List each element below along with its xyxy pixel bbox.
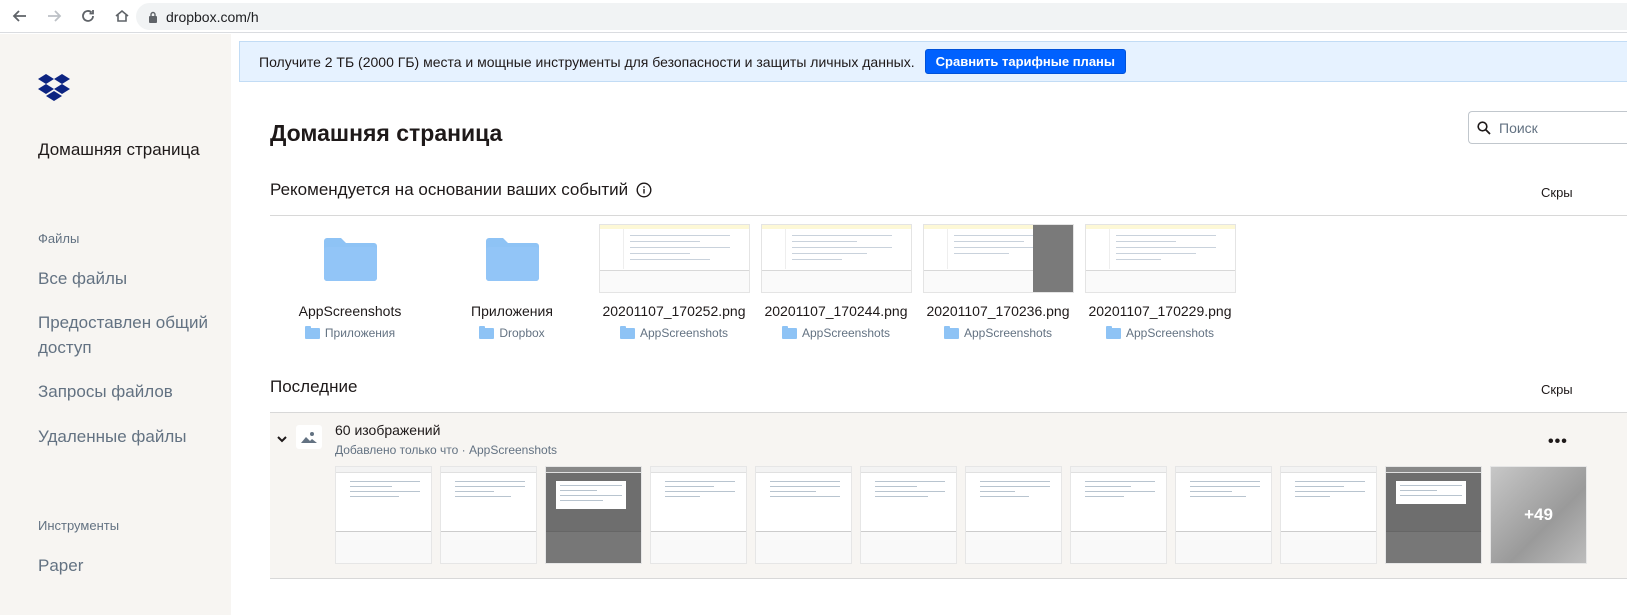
search-icon xyxy=(1477,120,1491,135)
recommended-item-image[interactable]: 20201107_170229.png AppScreenshots xyxy=(1083,224,1237,340)
url-text: dropbox.com/h xyxy=(166,8,259,25)
recommended-item-folder[interactable]: Приложения Dropbox xyxy=(435,224,589,340)
sidebar-item-home[interactable]: Домашняя страница xyxy=(38,137,218,162)
image-group-icon xyxy=(296,425,322,449)
item-location[interactable]: Dropbox xyxy=(435,325,589,340)
recommended-item-image[interactable]: 20201107_170252.png AppScreenshots xyxy=(597,224,751,340)
screenshot-thumbnail xyxy=(1084,224,1236,293)
sidebar-item-deleted-files[interactable]: Удаленные файлы xyxy=(38,424,218,449)
item-location[interactable]: AppScreenshots xyxy=(759,325,913,340)
sidebar-item-file-requests[interactable]: Запросы файлов xyxy=(38,379,218,404)
item-name: 20201107_170229.png xyxy=(1088,303,1232,319)
sidebar-item-all-files[interactable]: Все файлы xyxy=(38,266,218,291)
recent-thumbnail[interactable] xyxy=(650,466,747,564)
page-title: Домашняя страница xyxy=(270,120,503,146)
browser-toolbar: dropbox.com/h xyxy=(0,0,1627,33)
more-images-thumbnail[interactable]: +49 xyxy=(1490,466,1587,564)
recommended-heading-text: Рекомендуется на основании ваших событий xyxy=(270,180,629,199)
recent-heading: Последние xyxy=(270,377,358,396)
recent-group-subtitle: Добавлено только что · AppScreenshots xyxy=(335,443,558,457)
item-location-text: AppScreenshots xyxy=(963,326,1053,340)
folder-icon xyxy=(323,237,377,281)
sidebar-section-files: Файлы xyxy=(38,231,80,246)
recent-thumbnail[interactable] xyxy=(1070,466,1167,564)
recent-thumbnail[interactable] xyxy=(440,466,537,564)
item-name: AppScreenshots xyxy=(298,303,402,319)
thumbnail xyxy=(435,224,589,293)
thumbnail xyxy=(1083,224,1237,293)
folder-icon xyxy=(479,325,495,339)
item-location-text: AppScreenshots xyxy=(639,326,729,340)
recent-thumbnail[interactable] xyxy=(1280,466,1377,564)
recent-thumbnail[interactable] xyxy=(860,466,957,564)
recent-thumbnail[interactable] xyxy=(545,466,642,564)
recommended-heading: Рекомендуется на основании ваших событий xyxy=(270,180,652,200)
folder-icon xyxy=(485,237,539,281)
item-location[interactable]: Приложения xyxy=(273,325,427,340)
dropbox-logo-icon[interactable] xyxy=(38,74,70,102)
thumbnail xyxy=(597,224,751,293)
folder-icon xyxy=(943,325,959,339)
item-location-text: AppScreenshots xyxy=(801,326,891,340)
item-location-text: AppScreenshots xyxy=(1125,326,1215,340)
thumbnail xyxy=(273,224,427,293)
recent-thumbnail[interactable] xyxy=(755,466,852,564)
search-input[interactable]: Поиск xyxy=(1468,111,1627,144)
item-name: Приложения xyxy=(471,303,553,319)
sidebar-item-paper[interactable]: Paper xyxy=(38,553,218,578)
recommended-item-image[interactable]: 20201107_170236.png AppScreenshots xyxy=(921,224,1075,340)
item-name: 20201107_170252.png xyxy=(602,303,746,319)
chevron-down-icon[interactable] xyxy=(276,433,288,445)
folder-icon xyxy=(781,325,797,339)
screenshot-thumbnail xyxy=(922,224,1074,293)
compare-plans-button[interactable]: Сравнить тарифные планы xyxy=(924,49,1126,74)
upgrade-banner: Получите 2 ТБ (2000 ГБ) места и мощные и… xyxy=(239,41,1627,82)
item-location[interactable]: AppScreenshots xyxy=(1083,325,1237,340)
recent-thumbnails: +49 xyxy=(335,466,1587,564)
recent-thumbnail[interactable] xyxy=(965,466,1062,564)
folder-icon xyxy=(1105,325,1121,339)
item-name: 20201107_170244.png xyxy=(764,303,908,319)
item-location[interactable]: AppScreenshots xyxy=(597,325,751,340)
search-placeholder: Поиск xyxy=(1499,119,1538,136)
sidebar-item-shared[interactable]: Предоставлен общий доступ xyxy=(38,310,218,360)
banner-text: Получите 2 ТБ (2000 ГБ) места и мощные и… xyxy=(259,53,915,70)
sidebar-section-tools: Инструменты xyxy=(38,518,120,533)
recent-thumbnail[interactable] xyxy=(1385,466,1482,564)
address-bar[interactable]: dropbox.com/h xyxy=(136,3,1627,30)
recommended-item-image[interactable]: 20201107_170244.png AppScreenshots xyxy=(759,224,913,340)
folder-icon xyxy=(619,325,635,339)
divider xyxy=(270,215,1627,216)
recent-thumbnail[interactable] xyxy=(1175,466,1272,564)
more-options-button[interactable]: ••• xyxy=(1548,433,1568,451)
screenshot-thumbnail xyxy=(598,224,750,293)
recent-group-title[interactable]: 60 изображений xyxy=(335,422,440,438)
item-name: 20201107_170236.png xyxy=(926,303,1070,319)
item-location-text: Dropbox xyxy=(499,326,545,340)
extra-count: +49 xyxy=(1524,505,1553,524)
info-icon[interactable] xyxy=(636,182,652,198)
folder-icon xyxy=(304,325,320,339)
back-icon[interactable] xyxy=(10,6,30,26)
item-location-text: Приложения xyxy=(324,326,396,340)
screenshot-thumbnail xyxy=(760,224,912,293)
home-icon[interactable] xyxy=(112,6,132,26)
forward-icon[interactable] xyxy=(44,6,64,26)
reload-icon[interactable] xyxy=(78,6,98,26)
lock-icon xyxy=(149,11,157,23)
recent-thumbnail[interactable] xyxy=(335,466,432,564)
recommended-item-folder[interactable]: AppScreenshots Приложения xyxy=(273,224,427,340)
thumbnail xyxy=(921,224,1075,293)
hide-recent-button[interactable]: Скры xyxy=(1541,382,1573,397)
item-location[interactable]: AppScreenshots xyxy=(921,325,1075,340)
thumbnail xyxy=(759,224,913,293)
hide-recommended-button[interactable]: Скры xyxy=(1541,185,1573,200)
